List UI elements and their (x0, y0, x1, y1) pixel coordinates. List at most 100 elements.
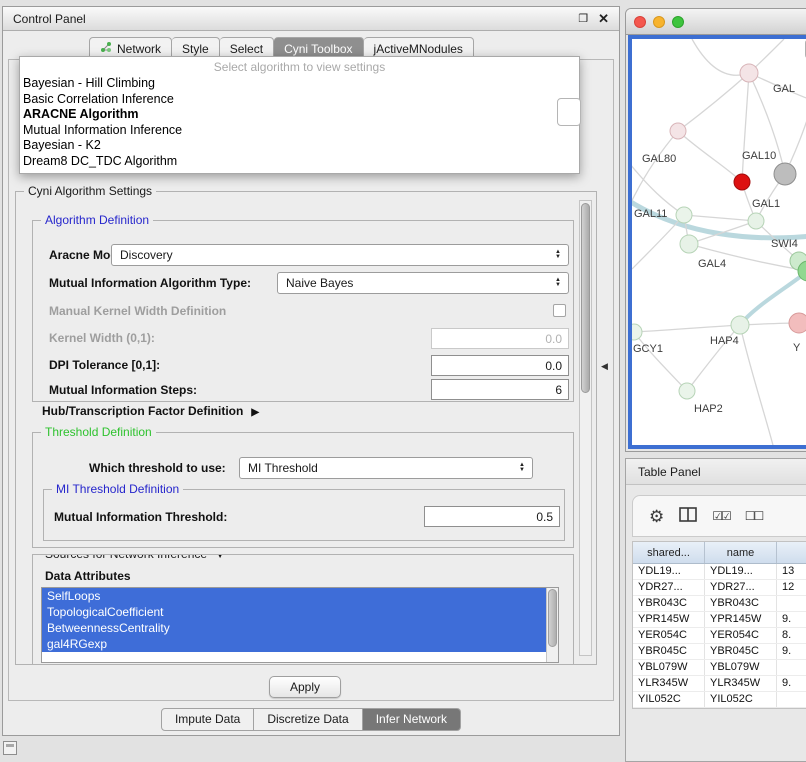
network-node-label: GAL11 (634, 208, 667, 220)
close-icon[interactable]: ✕ (598, 11, 609, 27)
mi-steps-label: Mutual Information Steps: (49, 383, 197, 397)
control-panel-titlebar: Control Panel ❐ ✕ (3, 7, 619, 31)
select-all-icon[interactable]: ☑☑ (712, 509, 730, 523)
aracne-mode-value: Discovery (112, 248, 551, 262)
table-row[interactable]: YPR145WYPR145W9. (633, 612, 806, 628)
network-canvas[interactable]: GAL80GALGAL10GAL11GAL1SWI4GAL4GCY1HAP4YH… (628, 35, 806, 449)
control-panel-window: Control Panel ❐ ✕ Network Style Select C… (2, 6, 620, 736)
dpi-tolerance-label: DPI Tolerance [0,1]: (49, 358, 160, 372)
network-node-label: HAP4 (710, 335, 739, 347)
sources-group: Sources for Network Inference▼ Data Attr… (32, 554, 574, 664)
network-node[interactable] (734, 174, 750, 190)
tab-impute-data[interactable]: Impute Data (161, 708, 254, 731)
table-header-row: shared... name (633, 542, 806, 564)
spinner-peek-widget[interactable] (557, 98, 581, 126)
dpi-tolerance-field[interactable]: 0.0 (431, 355, 569, 376)
dropdown-placeholder: Select algorithm to view settings (20, 59, 579, 76)
kernel-width-label: Kernel Width (0,1): (49, 331, 155, 345)
apply-button[interactable]: Apply (269, 676, 341, 698)
restore-panel-icon[interactable] (3, 741, 17, 755)
table-row[interactable]: YDL19...YDL19...13 (633, 564, 806, 580)
hub-section-label[interactable]: Hub/Transcription Factor Definition▶ (42, 404, 259, 418)
which-threshold-combo[interactable]: MI Threshold ▲▼ (239, 457, 533, 479)
network-node[interactable] (632, 324, 642, 340)
algorithm-definition-group: Algorithm Definition Aracne Mode: Discov… (32, 220, 574, 402)
threshold-definition-group: Threshold Definition Which threshold to … (32, 432, 574, 548)
kernel-width-field[interactable]: 0.0 (431, 328, 569, 349)
network-node-label: GAL80 (642, 153, 676, 165)
attribute-item-selected[interactable]: SelfLoops (42, 588, 546, 604)
network-node[interactable] (670, 123, 686, 139)
column-header-clipped[interactable] (777, 542, 806, 563)
network-node[interactable] (748, 213, 764, 229)
minimize-traffic-light-icon[interactable] (653, 16, 665, 28)
table-body: YDL19...YDL19...13 YDR27...YDR27...12 YB… (633, 564, 806, 708)
algorithm-option[interactable]: Basic Correlation Inference (20, 92, 579, 108)
node-table[interactable]: shared... name YDL19...YDL19...13 YDR27.… (632, 541, 806, 709)
network-node-label: GAL (773, 83, 795, 95)
attributes-scrollbar-thumb[interactable] (548, 589, 557, 647)
network-node[interactable] (789, 313, 806, 333)
table-row[interactable]: YBR045CYBR045C9. (633, 644, 806, 660)
settings-scrollbar[interactable] (579, 200, 592, 656)
tab-label: Style (182, 42, 209, 56)
threshold-definition-title: Threshold Definition (41, 425, 156, 439)
table-row[interactable]: YBL079WYBL079W (633, 660, 806, 676)
attributes-scrollbar[interactable] (546, 588, 558, 662)
network-node-label: GCY1 (633, 343, 663, 355)
network-node[interactable] (740, 64, 758, 82)
tab-label: Network (117, 42, 161, 56)
network-node[interactable] (731, 316, 749, 334)
tab-label: Select (230, 42, 263, 56)
sources-group-title[interactable]: Sources for Network Inference▼ (41, 554, 229, 561)
mi-type-label: Mutual Information Algorithm Type: (49, 276, 251, 290)
mi-type-combo[interactable]: Naive Bayes ▲▼ (277, 272, 569, 294)
tab-infer-network[interactable]: Infer Network (363, 708, 461, 731)
which-threshold-value: MI Threshold (240, 461, 515, 475)
attribute-item-selected[interactable]: BetweennessCentrality (42, 620, 546, 636)
zoom-traffic-light-icon[interactable] (672, 16, 684, 28)
control-panel-title: Control Panel (13, 12, 86, 26)
network-window-titlebar[interactable] (626, 9, 806, 35)
combo-arrows-icon: ▲▼ (515, 463, 529, 473)
table-row[interactable]: YIL052CYIL052C (633, 692, 806, 708)
mi-threshold-field[interactable]: 0.5 (424, 506, 560, 527)
collapse-panel-arrow-icon[interactable]: ◀ (601, 361, 608, 372)
attribute-item-selected[interactable]: TopologicalCoefficient (42, 604, 546, 620)
close-traffic-light-icon[interactable] (634, 16, 646, 28)
collapse-triangle-icon[interactable]: ▼ (215, 554, 225, 561)
bottom-tabs: Impute Data Discretize Data Infer Networ… (3, 708, 619, 731)
table-row[interactable]: YER054CYER054C8. (633, 628, 806, 644)
mi-type-value: Naive Bayes (278, 276, 551, 290)
table-row[interactable]: YDR27...YDR27...12 (633, 580, 806, 596)
algorithm-option[interactable]: Bayesian - K2 (20, 138, 579, 154)
column-header-shared-name[interactable]: shared... (633, 542, 705, 563)
table-panel-title: Table Panel (638, 465, 701, 479)
algorithm-option[interactable]: Mutual Information Inference (20, 123, 579, 139)
unselect-all-icon[interactable]: ☐☐ (745, 509, 763, 523)
table-row[interactable]: YBR043CYBR043C (633, 596, 806, 612)
gear-icon[interactable]: ⚙ (649, 508, 664, 525)
algorithm-option[interactable]: Bayesian - Hill Climbing (20, 76, 579, 92)
manual-kernel-width-label: Manual Kernel Width Definition (49, 304, 226, 318)
float-window-icon[interactable]: ❐ (578, 12, 588, 25)
tab-discretize-data[interactable]: Discretize Data (254, 708, 362, 731)
algorithm-option[interactable]: Dream8 DC_TDC Algorithm (20, 154, 579, 170)
expand-triangle-icon[interactable]: ▶ (251, 407, 259, 418)
table-row[interactable]: YLR345WYLR345W9. (633, 676, 806, 692)
column-header-name[interactable]: name (705, 542, 777, 563)
network-node[interactable] (680, 235, 698, 253)
data-attributes-label: Data Attributes (45, 569, 131, 583)
data-attributes-list[interactable]: SelfLoops TopologicalCoefficient Between… (41, 587, 559, 663)
network-node[interactable] (774, 163, 796, 185)
column-selector-icon[interactable] (679, 507, 697, 525)
network-node[interactable] (676, 207, 692, 223)
network-node[interactable] (679, 383, 695, 399)
algorithm-option-selected[interactable]: ARACNE Algorithm (20, 107, 579, 123)
network-node-label: Y (793, 342, 801, 354)
mi-steps-field[interactable]: 6 (431, 379, 569, 400)
attribute-item-selected[interactable]: gal4RGexp (42, 636, 546, 652)
settings-scrollbar-thumb[interactable] (581, 203, 590, 393)
aracne-mode-combo[interactable]: Discovery ▲▼ (111, 244, 569, 266)
manual-kernel-width-checkbox[interactable] (553, 304, 566, 317)
